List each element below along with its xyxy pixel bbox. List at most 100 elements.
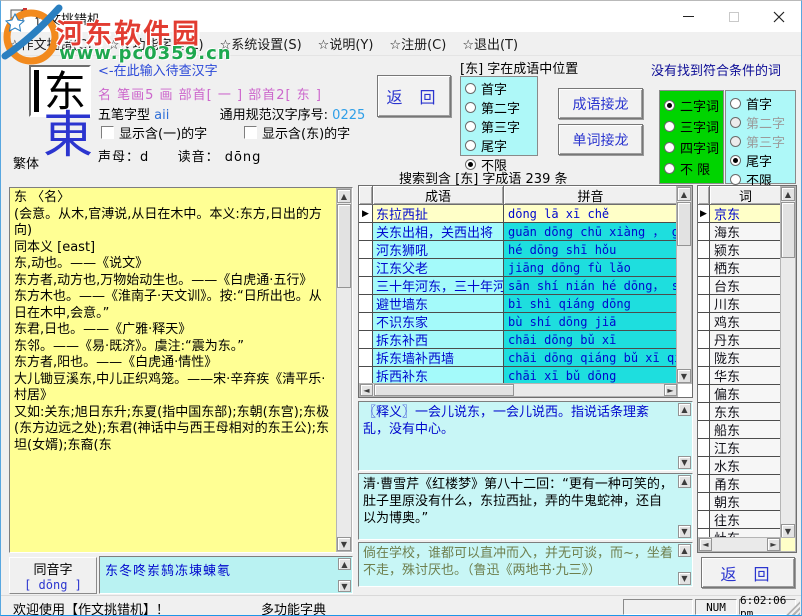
scroll-down-icon[interactable]: ▼ <box>338 580 351 592</box>
pinyin-cell[interactable]: guān dōng chū xiàng ， guā <box>504 223 678 241</box>
checkbox-show-dong[interactable]: 显示含(东)的字 <box>244 123 350 142</box>
word-cell[interactable]: 川东 <box>710 295 782 313</box>
idiom-cell[interactable]: 东拉西扯 <box>373 205 504 223</box>
pinyin-column-header[interactable]: 拼音 <box>504 186 678 205</box>
scroll-up-icon[interactable]: ▲ <box>677 187 691 201</box>
pinyin-cell[interactable]: dōng lā xī chě <box>504 205 678 223</box>
scroll-down-icon[interactable]: ▼ <box>337 537 351 551</box>
row-selector[interactable] <box>698 439 710 457</box>
menu-item[interactable]: ☆注册(C) <box>389 34 446 53</box>
scroll-down-icon[interactable]: ▼ <box>678 525 691 538</box>
word-cell[interactable]: 东东 <box>710 403 782 421</box>
row-selector[interactable] <box>359 259 373 277</box>
row-selector[interactable] <box>698 295 710 313</box>
idiom-cell[interactable]: 不识东家 <box>373 313 504 331</box>
menu-item[interactable]: ☆说明(Y) <box>318 34 374 53</box>
radio-button-icon[interactable] <box>664 121 675 132</box>
idiom-table-vscrollbar[interactable]: ▲ ▼ <box>676 186 692 384</box>
radio-option[interactable]: 二字词 <box>664 96 719 115</box>
pinyin-cell[interactable]: chāi dōng bǔ xī <box>504 331 678 349</box>
row-selector[interactable] <box>698 367 710 385</box>
row-selector[interactable] <box>698 277 710 295</box>
row-selector[interactable] <box>698 493 710 511</box>
word-cell[interactable]: 栖东 <box>710 259 782 277</box>
pinyin-cell[interactable]: bì shì qiáng dōng <box>504 295 678 313</box>
row-selector[interactable] <box>698 511 710 529</box>
row-selector[interactable] <box>698 421 710 439</box>
word-cell[interactable]: 甬东 <box>710 475 782 493</box>
radio-option[interactable]: 第三字 <box>465 117 533 136</box>
checkbox-show-yi[interactable]: 显示含(一)的字 <box>101 123 207 142</box>
row-selector[interactable] <box>359 313 373 331</box>
word-cell[interactable]: 丹东 <box>710 331 782 349</box>
row-selector[interactable] <box>359 241 373 259</box>
radio-button-icon[interactable] <box>664 163 675 174</box>
row-selector[interactable] <box>359 349 373 367</box>
idiom-table-row[interactable]: 关东出相，关西出将guān dōng chū xiàng ， guā <box>359 223 692 241</box>
idiom-table-row[interactable]: ▶东拉西扯dōng lā xī chě <box>359 205 692 223</box>
checkbox-icon[interactable] <box>244 126 257 139</box>
word-cell[interactable]: 偏东 <box>710 385 782 403</box>
radio-button-icon[interactable] <box>465 121 476 132</box>
word-cell[interactable]: 京东 <box>710 205 782 223</box>
row-selector[interactable] <box>698 457 710 475</box>
radio-option[interactable]: 尾字 <box>730 151 791 170</box>
word-cell[interactable]: 江东 <box>710 439 782 457</box>
radio-button-icon[interactable] <box>730 98 741 109</box>
radio-button-icon[interactable] <box>730 174 741 185</box>
maximize-button[interactable] <box>711 1 756 32</box>
back-button-bottom[interactable]: 返 回 <box>701 557 795 588</box>
row-selector[interactable] <box>698 259 710 277</box>
word-cell[interactable]: 台东 <box>710 277 782 295</box>
dictionary-vscrollbar[interactable]: ▲ ▼ <box>336 188 352 552</box>
idiom-table-row[interactable]: 江东父老jiāng dōng fù lǎo <box>359 259 692 277</box>
row-selector[interactable]: ▶ <box>698 205 710 223</box>
scroll-down-icon[interactable]: ▼ <box>781 524 795 538</box>
checkbox-icon[interactable] <box>101 126 114 139</box>
idiom-cell[interactable]: 拆东墙补西墙 <box>373 349 504 367</box>
row-selector[interactable] <box>698 331 710 349</box>
idiom-cell[interactable]: 避世墙东 <box>373 295 504 313</box>
row-selector[interactable] <box>698 241 710 259</box>
minimize-button[interactable] <box>666 1 711 32</box>
word-cell[interactable]: 船东 <box>710 421 782 439</box>
row-selector[interactable] <box>359 331 373 349</box>
word-table-hscrollbar[interactable]: ◄ ► <box>698 537 781 552</box>
radio-option[interactable]: 不 限 <box>664 159 719 178</box>
word-cell[interactable]: 鸡东 <box>710 313 782 331</box>
idiom-cell[interactable]: 关东出相，关西出将 <box>373 223 504 241</box>
scrollbar-thumb[interactable] <box>337 204 351 288</box>
pinyin-cell[interactable]: chāi dōng qiáng bǔ xī qi <box>504 349 678 367</box>
menu-item[interactable]: ☆退出(T) <box>462 34 518 53</box>
word-cell[interactable]: 朝东 <box>710 493 782 511</box>
scroll-up-icon[interactable]: ▲ <box>678 403 691 416</box>
word-column-header[interactable]: 词 <box>710 186 782 205</box>
idiom-table-row[interactable]: 河东狮吼hé dōng shī hǒu <box>359 241 692 259</box>
radio-option[interactable]: 尾字 <box>465 136 533 155</box>
scroll-up-icon[interactable]: ▲ <box>678 475 691 488</box>
word-cell[interactable]: 水东 <box>710 457 782 475</box>
scroll-down-icon[interactable]: ▼ <box>677 369 691 383</box>
close-button[interactable] <box>756 1 801 32</box>
row-selector[interactable] <box>698 475 710 493</box>
radio-button-icon[interactable] <box>465 102 476 113</box>
scroll-up-icon[interactable]: ▲ <box>678 544 691 557</box>
pinyin-cell[interactable]: jiāng dōng fù lǎo <box>504 259 678 277</box>
radio-option[interactable]: 首字 <box>465 79 533 98</box>
radio-button-icon[interactable] <box>664 100 675 111</box>
scroll-right-icon[interactable]: ► <box>664 384 677 396</box>
word-table-vscrollbar[interactable]: ▲ ▼ <box>780 186 796 539</box>
pinyin-cell[interactable]: bù shí dōng jiā <box>504 313 678 331</box>
row-selector[interactable] <box>698 349 710 367</box>
scrollbar-thumb[interactable] <box>374 384 514 396</box>
radio-button-icon[interactable] <box>664 142 675 153</box>
row-selector[interactable] <box>359 223 373 241</box>
scroll-left-icon[interactable]: ◄ <box>699 538 712 551</box>
scroll-up-icon[interactable]: ▲ <box>337 189 351 203</box>
row-selector[interactable] <box>698 403 710 421</box>
row-selector[interactable] <box>698 313 710 331</box>
radio-button-icon[interactable] <box>465 83 476 94</box>
radio-option[interactable]: 四字词 <box>664 138 719 157</box>
idiom-table-hscrollbar[interactable]: ◄ ► <box>359 383 678 397</box>
idiom-table-row[interactable]: 避世墙东bì shì qiáng dōng <box>359 295 692 313</box>
